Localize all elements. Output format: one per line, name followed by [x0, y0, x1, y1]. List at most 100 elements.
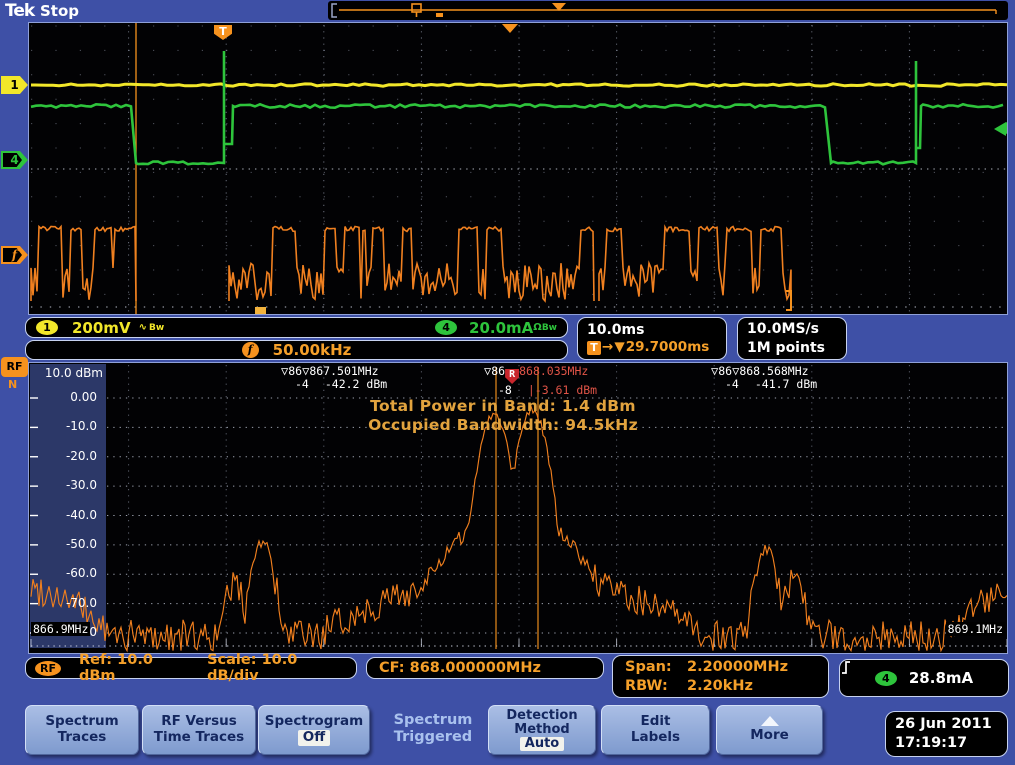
- amplitude-tick-label: -60.0: [39, 566, 97, 580]
- marker-amplitude-row: -4-41.7 dBm: [725, 378, 817, 391]
- occupied-bandwidth-annotation: Occupied Bandwidth: 94.5kHz: [29, 416, 1007, 434]
- marker-frequency-hidden: 86: [491, 364, 505, 378]
- oscilloscope-screen: Tek Stop T 1 4 f 1 200mV ∿ Bw 4 20.0mA Ω…: [0, 0, 1015, 765]
- trigger-icon: T: [587, 341, 601, 355]
- menu-button-rf-versus-time-traces[interactable]: RF VersusTime Traces: [142, 705, 256, 755]
- peak-marker[interactable]: ▽86▽868.568MHz-4-41.7 dBm: [711, 365, 817, 391]
- menu-button-spectrum-traces[interactable]: SpectrumTraces: [25, 705, 139, 755]
- menu-button-detection-method-auto[interactable]: DetectionMethodAuto: [488, 705, 596, 755]
- horizontal-readout[interactable]: 10.0ms T→▼29.7000ms: [577, 317, 727, 360]
- impedance-icon: Ω: [533, 322, 542, 333]
- menu-line: Time Traces: [143, 730, 255, 746]
- rf-trace-normal-indicator: N: [8, 378, 17, 391]
- trigger-level-value: 28.8mA: [909, 669, 973, 687]
- rf-time-marker-label: f: [1, 246, 28, 264]
- rf-channel-marker[interactable]: RF: [1, 357, 28, 377]
- stop-frequency-label: 869.1MHz: [946, 622, 1005, 636]
- span-label: Span:: [625, 658, 687, 677]
- sample-rate: 10.0MS/s: [747, 320, 819, 338]
- peak-marker[interactable]: ▽86▽867.501MHz-4-42.2 dBm: [281, 365, 387, 391]
- menu-line: Spectrum: [26, 714, 138, 730]
- marker-frequency: 868.568MHz: [739, 364, 808, 378]
- arrow-icon: →: [602, 339, 613, 357]
- rbw-value: 2.20kHz: [687, 678, 753, 694]
- reference-marker-icon: R: [505, 369, 519, 384]
- more-up-arrow-icon: [761, 716, 779, 726]
- rising-edge-icon: [840, 660, 852, 675]
- menu-line: Edit: [602, 714, 709, 730]
- channel1-position-marker[interactable]: 1: [1, 76, 28, 94]
- rf-scale-readout[interactable]: RF Ref: 10.0 dBm Scale: 10.0 dB/div: [25, 657, 357, 679]
- time-label: 17:19:17: [895, 734, 1007, 753]
- acquisition-status: Stop: [40, 2, 79, 20]
- amplitude-tick-label: -20.0: [39, 449, 97, 463]
- channel1-scale: 200mV: [72, 319, 131, 337]
- trigger-readout[interactable]: 4 28.8mA: [839, 659, 1009, 697]
- rf-time-position-marker[interactable]: f: [1, 246, 28, 264]
- menu-line: More: [717, 728, 822, 744]
- menu-button-edit-labels[interactable]: EditLabels: [601, 705, 710, 755]
- menu-line: Off: [298, 730, 330, 746]
- channel4-position-marker[interactable]: 4: [1, 151, 28, 169]
- marker-amplitude-hidden: -8: [498, 383, 512, 397]
- menu-line: Triggered: [381, 729, 485, 746]
- menu-line: Detection: [489, 709, 595, 723]
- reference-marker[interactable]: ▽86R868.035MHz-8 |-3.61 dBm: [484, 365, 597, 397]
- menu-button-spectrogram-off[interactable]: SpectrogramOff: [258, 705, 370, 755]
- center-frequency-readout[interactable]: CF: 868.000000MHz: [366, 657, 604, 679]
- rf-frequency-scale: 50.00kHz: [273, 341, 352, 359]
- rf-frequency-badge: f: [242, 342, 259, 358]
- menu-button-more[interactable]: More: [716, 705, 823, 755]
- datetime-display: 26 Jun 2011 17:19:17: [885, 711, 1008, 757]
- waveform-display[interactable]: [28, 22, 1008, 315]
- menu-line: RF Versus: [143, 714, 255, 730]
- record-length: 1M points: [747, 339, 825, 357]
- marker-frequency-hidden: 86: [288, 364, 302, 378]
- ac-coupling-icon: ∿: [139, 322, 147, 333]
- marker-amplitude: -41.7 dBm: [755, 377, 817, 391]
- trigger-level-arrow-icon[interactable]: [996, 122, 1007, 134]
- acquisition-overview-bar[interactable]: [328, 1, 1008, 20]
- ref-level-readout: Ref: 10.0 dBm: [79, 652, 189, 684]
- acquisition-overview-graphic: [328, 1, 1008, 20]
- trigger-delay: 29.7000ms: [626, 339, 710, 357]
- marker-frequency: 868.035MHz: [519, 364, 588, 378]
- channel1-marker-label: 1: [1, 76, 28, 94]
- acquisition-readout[interactable]: 10.0MS/s 1M points: [737, 317, 847, 360]
- amplitude-tick-label: -40.0: [39, 508, 97, 522]
- menu-line: Spectrogram: [259, 714, 369, 730]
- scale-readout: Scale: 10.0 dB/div: [207, 652, 347, 684]
- rf-time-scale-readout[interactable]: f 50.00kHz: [25, 340, 568, 360]
- total-power-annotation: Total Power in Band: 1.4 dBm: [29, 397, 1007, 415]
- marker-amplitude-hidden: -4: [295, 377, 309, 391]
- marker-frequency-hidden: 86: [718, 364, 732, 378]
- amplitude-tick-label: -30.0: [39, 478, 97, 492]
- menu-label-spectrum-triggered: SpectrumTriggered: [381, 705, 485, 753]
- waveform-graticule: [29, 23, 1007, 314]
- vertical-scale-readout[interactable]: 1 200mV ∿ Bw 4 20.0mA Ω Bw: [25, 317, 568, 338]
- menu-line: Spectrum: [381, 712, 485, 729]
- rbw-label: RBW:: [625, 677, 687, 696]
- bandwidth-limit-icon: Bw: [149, 323, 164, 333]
- tek-logo: Tek: [5, 1, 34, 21]
- marker-amplitude: |-3.61 dBm: [528, 383, 597, 397]
- channel1-badge: 1: [36, 320, 58, 335]
- span-value: 2.20000MHz: [687, 659, 788, 675]
- rf-badge: RF: [35, 661, 61, 676]
- menu-line: Method: [489, 723, 595, 737]
- channel4-marker-label: 4: [1, 151, 28, 169]
- bandwidth-limit-icon: Bw: [542, 323, 557, 333]
- marker-amplitude-row: -4 -42.2 dBm: [295, 378, 387, 391]
- marker-amplitude-row: -8 |-3.61 dBm: [498, 384, 597, 397]
- date-label: 26 Jun 2011: [895, 715, 1007, 734]
- menu-line: Labels: [602, 730, 709, 746]
- span-rbw-readout[interactable]: Span:2.20000MHz RBW:2.20kHz: [612, 655, 829, 698]
- marker-amplitude: -42.2 dBm: [325, 377, 387, 391]
- amplitude-tick-label: -70.0: [39, 596, 97, 610]
- menu-line: Traces: [26, 730, 138, 746]
- trigger-source-badge: 4: [875, 671, 897, 686]
- ref-level-label: 10.0 dBm: [41, 366, 103, 380]
- center-frequency: CF: 868.000000MHz: [379, 660, 541, 676]
- spectrum-display[interactable]: 10.0 dBm 0.00-10.0-20.0-30.0-40.0-50.0-6…: [28, 362, 1008, 654]
- marker-frequency-row: ▽86R868.035MHz: [484, 365, 597, 384]
